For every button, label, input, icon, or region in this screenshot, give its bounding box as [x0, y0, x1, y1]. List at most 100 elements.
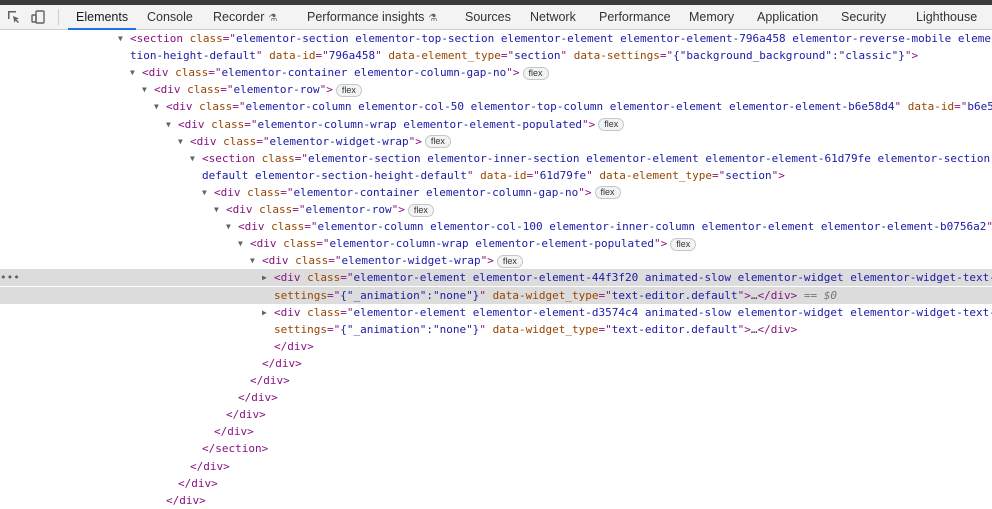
ellipsis-text: …	[751, 289, 758, 302]
expanded-triangle-icon[interactable]: ▼	[190, 150, 202, 167]
markup-punctuation: "	[256, 49, 269, 62]
markup-punctuation: ="	[599, 323, 612, 336]
attribute-value: 61d79fe	[540, 169, 586, 182]
attribute-name: data-settings	[574, 49, 660, 62]
flex-badge[interactable]: flex	[336, 84, 362, 97]
inspect-element-icon[interactable]	[6, 9, 22, 25]
dom-node-line[interactable]: ▼<div class="elementor-row">flex	[0, 201, 992, 218]
toolbar-separator	[58, 9, 59, 25]
markup-punctuation: ">	[320, 83, 333, 96]
expanded-triangle-icon[interactable]: ▼	[118, 30, 130, 47]
tab-label: Security	[841, 10, 886, 24]
markup-punctuation: ">	[772, 169, 785, 182]
dom-node-line[interactable]: tion-height-default" data-id="796a458" d…	[0, 47, 992, 64]
dom-node-line[interactable]: settings="{"_animation":"none"}" data-wi…	[0, 287, 992, 304]
markup-punctuation: ="	[220, 83, 233, 96]
tab-performance-insights[interactable]: Performance insights⚗	[307, 5, 437, 29]
dom-node-line[interactable]: default elementor-section-height-default…	[0, 167, 992, 184]
tab-recorder[interactable]: Recorder⚗	[213, 5, 277, 29]
dom-node-line[interactable]: </div>	[0, 475, 992, 492]
dom-node-line[interactable]: settings="{"_animation":"none"}" data-wi…	[0, 321, 992, 338]
dom-node-line[interactable]: </div>	[0, 492, 992, 509]
markup-punctuation: ="	[208, 66, 221, 79]
tag-name: <div	[178, 118, 211, 131]
dom-node-line[interactable]: ▼<div class="elementor-column elementor-…	[0, 98, 992, 115]
dom-node-line[interactable]: ▼<div class="elementor-container element…	[0, 184, 992, 201]
tab-lighthouse[interactable]: Lighthouse	[916, 5, 977, 29]
dom-node-line[interactable]: ▼<div class="elementor-column-wrap eleme…	[0, 116, 992, 133]
dom-node-line[interactable]: </div>	[0, 338, 992, 355]
tab-label: Sources	[465, 10, 511, 24]
markup-punctuation: "	[586, 169, 599, 182]
attribute-value: default elementor-section-height-default	[202, 169, 467, 182]
markup-punctuation: ">	[409, 135, 422, 148]
dom-node-line[interactable]: </section>	[0, 440, 992, 457]
collapsed-triangle-icon[interactable]: ▶	[262, 269, 274, 286]
expanded-triangle-icon[interactable]: ▼	[178, 133, 190, 150]
attribute-value: {"_animation":"none"}	[340, 289, 479, 302]
attribute-value: elementor-section elementor-inner-sectio…	[308, 152, 992, 165]
device-toolbar-icon[interactable]	[30, 9, 46, 25]
attribute-value: section	[514, 49, 560, 62]
flex-badge[interactable]: flex	[425, 135, 451, 148]
expanded-triangle-icon[interactable]: ▼	[214, 201, 226, 218]
tab-network[interactable]: Network	[530, 5, 576, 29]
flex-badge[interactable]: flex	[523, 67, 549, 80]
dom-node-line[interactable]: </div>	[0, 423, 992, 440]
expanded-triangle-icon[interactable]: ▼	[238, 235, 250, 252]
expanded-triangle-icon[interactable]: ▼	[130, 64, 142, 81]
expanded-triangle-icon[interactable]: ▼	[202, 184, 214, 201]
tab-security[interactable]: Security	[841, 5, 886, 29]
tag-name: <div	[274, 306, 307, 319]
expanded-triangle-icon[interactable]: ▼	[250, 252, 262, 269]
markup-punctuation: ="	[340, 271, 353, 284]
flex-badge[interactable]: flex	[497, 255, 523, 268]
expanded-triangle-icon[interactable]: ▼	[154, 98, 166, 115]
markup-punctuation: ="	[527, 169, 540, 182]
dom-node-line[interactable]: ▼<div class="elementor-widget-wrap">flex	[0, 252, 992, 269]
tag-name: <div	[154, 83, 187, 96]
markup-punctuation: "	[561, 49, 574, 62]
dom-node-line[interactable]: </div>	[0, 458, 992, 475]
dom-node-line[interactable]: ▼<div class="elementor-widget-wrap">flex	[0, 133, 992, 150]
tab-sources[interactable]: Sources	[465, 5, 511, 29]
ellipsis-text: …	[751, 323, 758, 336]
experiment-flask-icon: ⚗	[268, 13, 277, 24]
node-options-icon[interactable]: •••	[0, 269, 20, 286]
dom-node-line[interactable]: •••▶<div class="elementor-element elemen…	[0, 269, 992, 286]
tag-name: </div>	[226, 408, 266, 421]
tab-console[interactable]: Console	[147, 5, 193, 29]
tab-elements[interactable]: Elements	[76, 5, 128, 29]
flex-badge[interactable]: flex	[598, 118, 624, 131]
markup-punctuation: ">	[905, 49, 918, 62]
flex-badge[interactable]: flex	[408, 204, 434, 217]
dom-node-line[interactable]: ▼<div class="elementor-row">flex	[0, 81, 992, 98]
markup-punctuation: ="	[954, 100, 967, 113]
attribute-value: {"background_background":"classic"}	[673, 49, 905, 62]
expanded-triangle-icon[interactable]: ▼	[226, 218, 238, 235]
dom-node-line[interactable]: ▶<div class="elementor-element elementor…	[0, 304, 992, 321]
dom-node-line[interactable]: ▼<section class="elementor-section eleme…	[0, 30, 992, 47]
dom-node-line[interactable]: </div>	[0, 355, 992, 372]
dom-node-line[interactable]: </div>	[0, 372, 992, 389]
attribute-value: 796a458	[329, 49, 375, 62]
dom-node-line[interactable]: </div>	[0, 406, 992, 423]
attribute-name: class	[190, 32, 223, 45]
attribute-name: class	[307, 306, 340, 319]
collapsed-triangle-icon[interactable]: ▶	[262, 304, 274, 321]
dom-node-line[interactable]: ▼<div class="elementor-column-wrap eleme…	[0, 235, 992, 252]
attribute-name: class	[262, 152, 295, 165]
tag-name: </div>	[178, 477, 218, 490]
flex-badge[interactable]: flex	[595, 186, 621, 199]
dom-node-line[interactable]: </div>	[0, 389, 992, 406]
dom-node-line[interactable]: ▼<section class="elementor-section eleme…	[0, 150, 992, 167]
tag-name: <section	[202, 152, 262, 165]
tab-application[interactable]: Application	[757, 5, 818, 29]
dom-node-line[interactable]: ▼<div class="elementor-column elementor-…	[0, 218, 992, 235]
expanded-triangle-icon[interactable]: ▼	[166, 116, 178, 133]
tab-memory[interactable]: Memory	[689, 5, 734, 29]
dom-node-line[interactable]: ▼<div class="elementor-container element…	[0, 64, 992, 81]
flex-badge[interactable]: flex	[670, 238, 696, 251]
expanded-triangle-icon[interactable]: ▼	[142, 81, 154, 98]
tab-performance[interactable]: Performance	[599, 5, 671, 29]
